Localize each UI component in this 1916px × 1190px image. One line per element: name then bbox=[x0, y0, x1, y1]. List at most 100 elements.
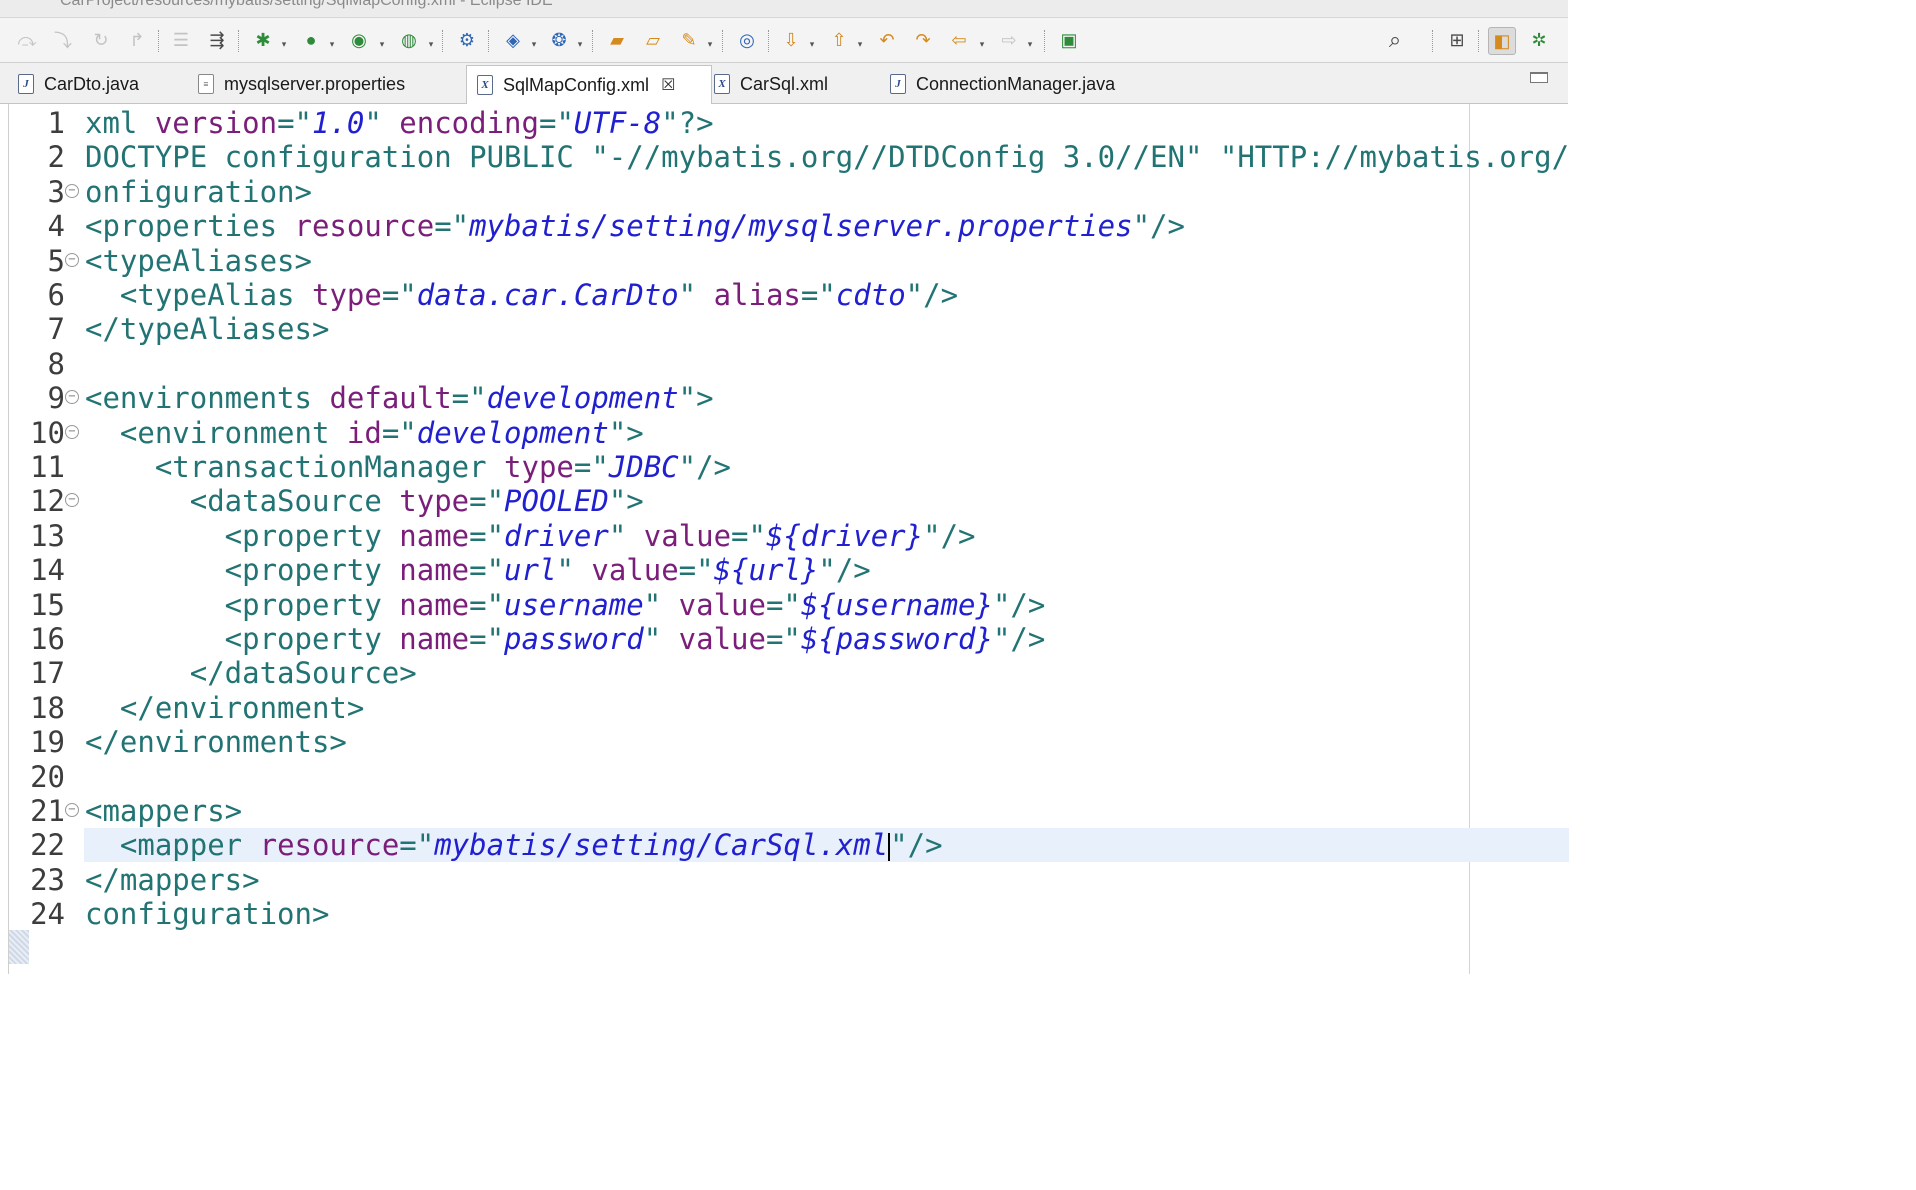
tab-sqlmapconfig-xml[interactable]: X SqlMapConfig.xml ☒ bbox=[466, 65, 712, 105]
code-line[interactable]: 16 <property name="password" value="${pa… bbox=[9, 622, 1569, 656]
code-token: <typeAliases> bbox=[85, 243, 312, 278]
code-line[interactable]: 24 configuration> bbox=[9, 897, 1569, 931]
code-line[interactable]: 10− <environment id="development"> bbox=[9, 416, 1569, 450]
globe-icon[interactable]: ◎ bbox=[734, 27, 760, 53]
open-folder-icon[interactable]: ▰ bbox=[604, 27, 630, 53]
run-icon[interactable]: ● bbox=[298, 27, 324, 53]
tab-connectionmanager-java[interactable]: J ConnectionManager.java bbox=[884, 65, 1160, 103]
fold-toggle-icon[interactable]: − bbox=[65, 390, 79, 405]
code-token: =" bbox=[538, 106, 574, 140]
code-line[interactable]: 13 <property name="driver" value="${driv… bbox=[9, 519, 1569, 553]
code-token: configuration> bbox=[85, 897, 330, 932]
tab-carsql-xml[interactable]: X CarSql.xml bbox=[708, 65, 884, 103]
line-text: <environment id="development"> bbox=[85, 416, 644, 450]
code-line[interactable]: 1 xml version="1.0" encoding="UTF-8"?> bbox=[9, 106, 1569, 140]
code-line[interactable]: 8 bbox=[9, 347, 1569, 381]
code-line[interactable]: 12− <dataSource type="POOLED"> bbox=[9, 484, 1569, 518]
code-editor[interactable]: 1 xml version="1.0" encoding="UTF-8"?> 2 DO… bbox=[8, 104, 1569, 974]
line-number: 17 bbox=[30, 656, 65, 691]
open-type-icon[interactable]: ⇶ bbox=[204, 27, 230, 53]
code-line[interactable]: 2 DOCTYPE configuration PUBLIC "-//mybati… bbox=[9, 140, 1569, 174]
debug-dropdown[interactable]: ▾ bbox=[280, 31, 288, 57]
code-token: </environments> bbox=[85, 725, 347, 760]
coverage-dropdown[interactable]: ▾ bbox=[378, 31, 386, 57]
fold-toggle-icon[interactable]: − bbox=[65, 803, 79, 817]
external-tools-icon[interactable]: ◍ bbox=[396, 27, 422, 53]
line-text: </typeAliases> bbox=[85, 312, 329, 346]
code-token: =" bbox=[469, 587, 505, 622]
pencil-dropdown[interactable]: ▾ bbox=[706, 31, 714, 57]
fold-toggle-icon[interactable]: − bbox=[65, 183, 79, 198]
code-line[interactable]: 3− onfiguration> bbox=[9, 175, 1569, 209]
code-line[interactable]: 7 </typeAliases> bbox=[9, 312, 1569, 346]
editor-tab-bar: J CarDto.java ≡ mysqlserver.properties X… bbox=[0, 63, 1568, 105]
back-arrow-icon[interactable]: ↶ bbox=[874, 27, 900, 53]
pin-editor-icon[interactable]: ▣ bbox=[1056, 27, 1082, 53]
new-package-icon[interactable]: ❂ bbox=[546, 27, 572, 53]
tab-cardto-java[interactable]: J CarDto.java bbox=[12, 65, 194, 103]
code-line[interactable]: 23 </mappers> bbox=[9, 863, 1569, 897]
code-token: "/> bbox=[905, 278, 959, 312]
new-package-dropdown[interactable]: ▾ bbox=[576, 31, 584, 57]
build-icon[interactable]: ☰ bbox=[168, 27, 194, 53]
code-token: =" bbox=[469, 518, 505, 553]
close-tab-icon[interactable]: ☒ bbox=[661, 75, 675, 95]
coverage-icon[interactable]: ◉ bbox=[346, 27, 372, 53]
fold-toggle-icon[interactable]: − bbox=[65, 493, 79, 508]
minimize-editor-icon[interactable] bbox=[1530, 72, 1548, 83]
perspective-icon[interactable]: ⊞ bbox=[1444, 27, 1470, 53]
tab-mysqlserver-properties[interactable]: ≡ mysqlserver.properties bbox=[192, 65, 468, 103]
go-back-dropdown[interactable]: ▾ bbox=[978, 31, 986, 57]
code-line[interactable]: 15 <property name="username" value="${us… bbox=[9, 588, 1569, 622]
forward-arrow-icon[interactable]: ↷ bbox=[910, 27, 936, 53]
code-line[interactable]: 9− <environments default="development"> bbox=[9, 381, 1569, 415]
go-forward-icon[interactable]: ⇨ bbox=[996, 27, 1022, 53]
drop-to-frame-icon[interactable]: ↻ bbox=[88, 27, 114, 53]
debug-icon[interactable]: ✱ bbox=[250, 27, 276, 53]
fold-toggle-icon[interactable]: − bbox=[65, 252, 79, 267]
previous-annotation-icon[interactable]: ⇧ bbox=[826, 27, 852, 53]
code-line[interactable]: 5− <typeAliases> bbox=[9, 244, 1569, 278]
code-token: "/> bbox=[678, 450, 732, 484]
external-tools-dropdown[interactable]: ▾ bbox=[427, 31, 435, 57]
line-text: <property name="url" value="${url}"/> bbox=[85, 553, 871, 587]
go-forward-dropdown[interactable]: ▾ bbox=[1026, 31, 1034, 57]
code-line[interactable]: 4 <properties resource="mybatis/setting/m… bbox=[9, 209, 1569, 243]
code-line[interactable]: 19 </environments> bbox=[9, 725, 1569, 759]
code-line[interactable]: 20 bbox=[9, 760, 1569, 794]
code-token: "/> bbox=[923, 518, 976, 553]
open-project-icon[interactable]: ▱ bbox=[640, 27, 666, 53]
code-line[interactable]: 21− <mappers> bbox=[9, 794, 1569, 828]
code-line[interactable]: 14 <property name="url" value="${url}"/> bbox=[9, 553, 1569, 587]
code-token: =" bbox=[573, 450, 609, 484]
code-line[interactable]: 11 <transactionManager type="JDBC"/> bbox=[9, 450, 1569, 484]
fold-toggle-icon[interactable]: − bbox=[65, 424, 79, 439]
use-step-filters-icon[interactable]: ↱ bbox=[124, 27, 150, 53]
code-line[interactable]: 22 <mapper resource="mybatis/setting/Car… bbox=[9, 828, 1569, 862]
code-line[interactable]: 18 </environment> bbox=[9, 691, 1569, 725]
line-number: 20 bbox=[30, 759, 65, 794]
code-token: <mappers> bbox=[85, 794, 243, 828]
current-line-marker bbox=[9, 930, 29, 964]
code-token: <property bbox=[85, 622, 400, 656]
new-class-icon[interactable]: ◈ bbox=[500, 27, 526, 53]
debug-perspective-icon[interactable]: ✲ bbox=[1526, 27, 1552, 53]
next-annotation-dropdown[interactable]: ▾ bbox=[808, 31, 816, 57]
next-annotation-icon[interactable]: ⇩ bbox=[778, 27, 804, 53]
line-number: 11 bbox=[30, 450, 65, 484]
step-return-icon[interactable]: ⤵ bbox=[50, 27, 76, 53]
step-over-icon[interactable]: ⤼ bbox=[14, 27, 40, 53]
go-back-icon[interactable]: ⇦ bbox=[946, 27, 972, 53]
new-class-dropdown[interactable]: ▾ bbox=[530, 31, 538, 57]
line-text: <property name="password" value="${passw… bbox=[85, 622, 1046, 656]
previous-annotation-dropdown[interactable]: ▾ bbox=[856, 31, 864, 57]
pencil-icon[interactable]: ✎ bbox=[676, 27, 702, 53]
code-line[interactable]: 6 <typeAlias type="data.car.CarDto" alia… bbox=[9, 278, 1569, 312]
new-java-project-icon[interactable]: ⚙ bbox=[454, 27, 480, 53]
code-token: type bbox=[311, 278, 382, 312]
search-icon[interactable]: ⌕ bbox=[1382, 27, 1408, 53]
code-line[interactable]: 17 </dataSource> bbox=[9, 656, 1569, 690]
run-dropdown[interactable]: ▾ bbox=[328, 31, 336, 57]
java-perspective-icon[interactable]: ◧ bbox=[1488, 27, 1516, 55]
code-token: DOCTYPE configuration bbox=[85, 140, 470, 175]
